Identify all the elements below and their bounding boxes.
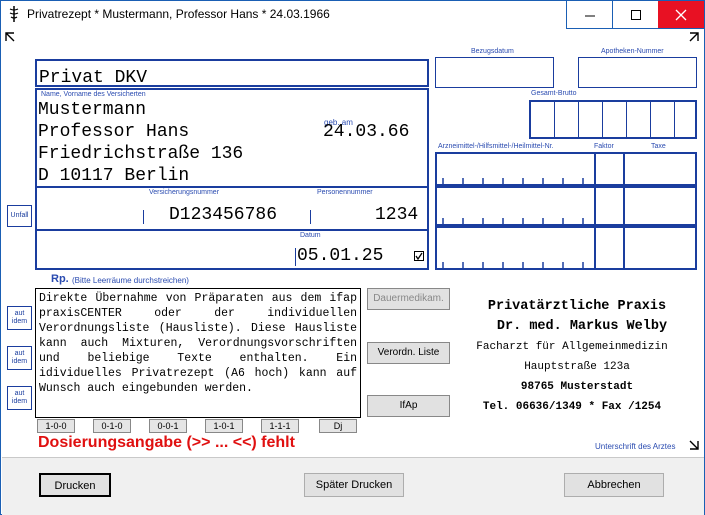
dose-button[interactable]: 1-1-1 bbox=[261, 419, 299, 433]
dose-button[interactable]: 0-1-0 bbox=[93, 419, 131, 433]
date-checkbox[interactable] bbox=[414, 251, 424, 261]
patient-line: Mustermann bbox=[38, 100, 147, 120]
print-button[interactable]: Drucken bbox=[39, 473, 111, 497]
medication-row[interactable] bbox=[435, 152, 697, 186]
practice-stamp: Privatärztliche Praxis Dr. med. Markus W… bbox=[452, 297, 692, 417]
dose-warning: Dosierungsangabe (>> ... <<) fehlt bbox=[38, 434, 295, 451]
apotheken-label: Apotheken-Nummer bbox=[601, 48, 664, 55]
dauermedikam-button[interactable]: Dauermedikam. bbox=[367, 288, 450, 310]
digit-ticks bbox=[442, 262, 584, 268]
person-number: 1234 bbox=[375, 205, 419, 225]
aut-idem-label: aut bbox=[14, 350, 25, 357]
bezugsdatum-field[interactable] bbox=[435, 57, 554, 88]
digit-ticks bbox=[442, 218, 584, 224]
aut-idem-label: idem bbox=[11, 358, 28, 365]
close-icon bbox=[675, 9, 687, 21]
dose-button[interactable]: 1-0-0 bbox=[37, 419, 75, 433]
verordn-liste-button[interactable]: Verordn. Liste bbox=[367, 342, 450, 364]
dose-button[interactable]: 0-0-1 bbox=[149, 419, 187, 433]
dose-button[interactable]: Dj bbox=[319, 419, 357, 433]
name-label: Name, Vorname des Versicherten bbox=[41, 91, 146, 98]
medication-row[interactable] bbox=[435, 186, 697, 226]
unfall-toggle[interactable]: Unfall bbox=[7, 205, 32, 227]
aut-idem-label: aut bbox=[14, 390, 25, 397]
rp-hint: (Bitte Leerräume durchstreichen) bbox=[72, 276, 189, 285]
person-number-label: Personennummer bbox=[317, 189, 373, 196]
apotheken-field[interactable] bbox=[578, 57, 697, 88]
caduceus-icon bbox=[9, 6, 19, 22]
prescription-text: Direkte Übernahme von Präparaten aus dem… bbox=[39, 292, 357, 395]
insurance-name: Privat DKV bbox=[39, 68, 148, 88]
practice-line: 98765 Musterstadt bbox=[520, 381, 634, 393]
signature-label: Unterschrift des Arztes bbox=[595, 442, 676, 451]
patient-line: Professor Hans bbox=[38, 122, 190, 142]
taxe-label: Taxe bbox=[651, 143, 666, 150]
practice-line: Tel. 06636/1349 * Fax /1254 bbox=[482, 401, 662, 413]
practice-line: Dr. med. Markus Welby bbox=[496, 319, 668, 334]
practice-line: Facharzt für Allgemeinmedizin bbox=[476, 341, 668, 353]
prescription-form: Privat DKV Name, Vorname des Versicherte… bbox=[2, 29, 704, 456]
practice-line: Hauptstraße 123a bbox=[524, 361, 630, 373]
title-bar[interactable]: Privatrezept * Mustermann, Professor Han… bbox=[1, 1, 704, 29]
button-bar: Drucken Später Drucken Abbrechen bbox=[2, 457, 704, 515]
patient-box[interactable]: Name, Vorname des Versicherten geb. am M… bbox=[35, 88, 429, 270]
corner-mark-icon bbox=[689, 32, 699, 42]
cancel-button[interactable]: Abbrechen bbox=[564, 473, 664, 497]
gesamt-label: Gesamt-Brutto bbox=[531, 90, 577, 97]
patient-dob: 24.03.66 bbox=[323, 122, 410, 142]
practice-line: Privatärztliche Praxis bbox=[487, 299, 667, 314]
prescription-window: Privatrezept * Mustermann, Professor Han… bbox=[0, 0, 705, 515]
aut-idem-label: idem bbox=[11, 318, 28, 325]
print-later-button[interactable]: Später Drucken bbox=[304, 473, 404, 497]
maximize-button[interactable] bbox=[612, 1, 658, 29]
ifap-button[interactable]: IfAp bbox=[367, 395, 450, 417]
prescription-date[interactable]: 05.01.25 bbox=[297, 246, 383, 266]
minimize-button[interactable] bbox=[566, 1, 612, 29]
aut-idem-toggle[interactable]: aut idem bbox=[7, 306, 32, 330]
medication-row[interactable] bbox=[435, 226, 697, 270]
faktor-label: Faktor bbox=[594, 143, 614, 150]
window-title: Privatrezept * Mustermann, Professor Han… bbox=[27, 7, 330, 21]
date-label: Datum bbox=[300, 232, 321, 239]
dose-button[interactable]: 1-0-1 bbox=[205, 419, 243, 433]
aut-idem-toggle[interactable]: aut idem bbox=[7, 386, 32, 410]
bezugsdatum-label: Bezugsdatum bbox=[471, 48, 514, 55]
prescription-text-area[interactable]: Direkte Übernahme von Präparaten aus dem… bbox=[35, 288, 361, 418]
insurance-box[interactable]: Privat DKV bbox=[35, 59, 429, 88]
checkmark-icon bbox=[415, 252, 423, 260]
insurance-number-label: Versicherungsnummer bbox=[149, 189, 220, 196]
maximize-icon bbox=[630, 10, 641, 20]
corner-mark-icon bbox=[689, 440, 699, 450]
aut-idem-toggle[interactable]: aut idem bbox=[7, 346, 32, 370]
minimize-icon bbox=[584, 15, 595, 17]
patient-line: D 10117 Berlin bbox=[38, 166, 190, 186]
gesamt-field[interactable] bbox=[529, 100, 697, 139]
digit-ticks bbox=[442, 178, 584, 184]
patient-line: Friedrichstraße 136 bbox=[38, 144, 244, 164]
close-button[interactable] bbox=[658, 1, 704, 29]
aut-idem-label: aut bbox=[14, 310, 25, 317]
arznei-label: Arzneimittel-/Hilfsmittel-/Heilmittel-Nr… bbox=[438, 143, 554, 150]
aut-idem-label: idem bbox=[11, 398, 28, 405]
insurance-number: D123456786 bbox=[169, 205, 278, 225]
rp-label: Rp. bbox=[51, 273, 69, 285]
corner-mark-icon bbox=[5, 32, 15, 42]
